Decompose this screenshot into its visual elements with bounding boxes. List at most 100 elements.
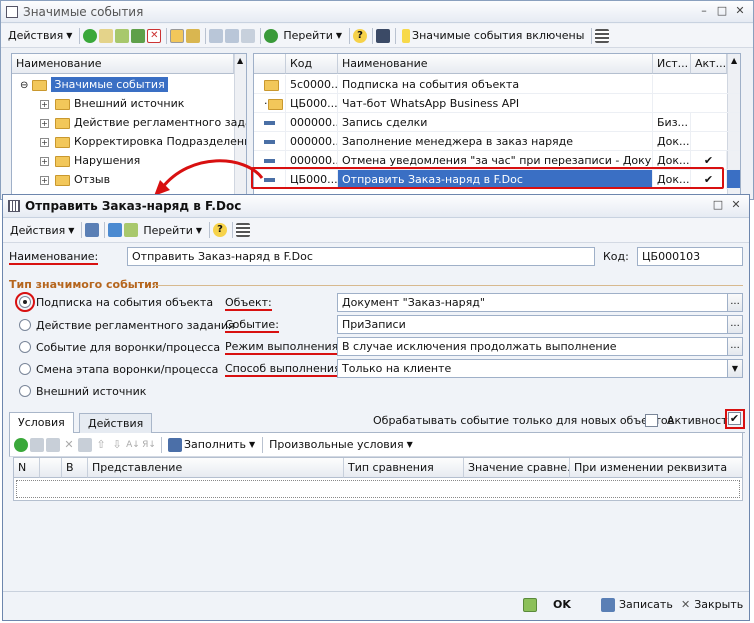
table-row[interactable]: 5с0000... Подписка на события объекта bbox=[254, 75, 740, 94]
close-icon[interactable]: ✕ bbox=[729, 198, 743, 212]
mode-input[interactable]: В случае исключения продолжать выполнени… bbox=[337, 337, 743, 356]
radio-label: Действие регламентного задания bbox=[36, 319, 235, 332]
events-enabled-toggle[interactable]: Значимые события включены bbox=[399, 26, 587, 46]
folder-icon bbox=[267, 98, 283, 110]
front-window: Отправить Заказ-наряд в F.Doc □ ✕ Действ… bbox=[2, 194, 750, 621]
hierarchy-icon[interactable] bbox=[170, 28, 185, 43]
delete-icon[interactable]: ✕ bbox=[147, 28, 162, 43]
folder-icon bbox=[55, 98, 70, 110]
list-header-active[interactable]: Акт... bbox=[691, 54, 727, 74]
move-to-group-icon[interactable] bbox=[186, 28, 201, 43]
radio-label: Смена этапа воронки/процесса bbox=[36, 363, 219, 376]
cond-header-icon[interactable] bbox=[40, 458, 62, 478]
cond-header-representation[interactable]: Представление bbox=[88, 458, 344, 478]
reread-icon[interactable] bbox=[108, 223, 123, 237]
radio-scheduled-job[interactable] bbox=[19, 319, 31, 331]
close-button[interactable]: ✕ Закрыть bbox=[681, 594, 743, 616]
code-input[interactable]: ЦБ000103 bbox=[637, 247, 743, 266]
add-group-icon[interactable] bbox=[99, 28, 114, 43]
tree-item[interactable]: ⊖ Значимые события bbox=[20, 76, 168, 94]
minimize-icon[interactable]: – bbox=[697, 4, 711, 18]
move-down-icon[interactable]: ⇩ bbox=[110, 438, 124, 452]
front-toolbar: Действия ▼ Перейти ▼ ? bbox=[3, 218, 749, 243]
tree-view-icon[interactable] bbox=[376, 28, 391, 43]
copy-icon[interactable] bbox=[115, 28, 130, 43]
copy-icon[interactable] bbox=[124, 223, 139, 237]
list-header-source[interactable]: Ист... bbox=[653, 54, 691, 74]
select-button[interactable]: ... bbox=[727, 316, 742, 333]
cond-header-value[interactable]: Значение сравне... bbox=[464, 458, 570, 478]
radio-object-subscription[interactable] bbox=[19, 296, 31, 308]
end-edit-icon[interactable] bbox=[78, 437, 92, 452]
app-icon bbox=[6, 6, 18, 18]
footer-divider bbox=[3, 591, 749, 592]
tree-item[interactable]: +Действие регламентного задания bbox=[40, 114, 246, 132]
help-icon[interactable]: ? bbox=[353, 28, 368, 43]
ok-button[interactable]: OK bbox=[523, 594, 571, 616]
delete-icon[interactable]: ✕ bbox=[62, 438, 76, 452]
sort-asc-icon[interactable]: A↓ bbox=[126, 438, 140, 452]
filter-icon[interactable] bbox=[209, 28, 224, 43]
tree-item[interactable]: + Внешний источник bbox=[40, 95, 184, 113]
new-objects-checkbox[interactable] bbox=[645, 414, 658, 427]
select-button[interactable]: ... bbox=[727, 294, 742, 311]
add-icon[interactable] bbox=[83, 28, 98, 43]
save-button[interactable]: Записать bbox=[601, 594, 673, 616]
edit-icon[interactable] bbox=[131, 28, 146, 43]
method-select[interactable]: Только на клиенте ▼ bbox=[337, 359, 743, 378]
chevron-down-icon[interactable]: ▼ bbox=[727, 360, 742, 377]
table-row[interactable]: 000000... Заполнение менеджера в заказ н… bbox=[254, 132, 740, 151]
cond-header-v[interactable]: В bbox=[62, 458, 88, 478]
object-label: Объект: bbox=[225, 296, 272, 311]
goto-menu[interactable]: Перейти ▼ bbox=[140, 220, 205, 240]
fill-icon bbox=[168, 437, 182, 452]
name-label: Наименование: bbox=[9, 250, 99, 265]
event-input[interactable]: ПриЗаписи... bbox=[337, 315, 743, 334]
fill-menu[interactable]: Заполнить ▼ bbox=[165, 435, 258, 455]
collapse-icon[interactable]: ⊖ bbox=[20, 80, 28, 91]
sort-desc-icon[interactable]: Я↓ bbox=[142, 438, 156, 452]
back-window-title: Значимые события bbox=[23, 4, 144, 19]
tree-item[interactable]: + Отзыв bbox=[40, 171, 110, 189]
custom-conditions-menu[interactable]: Произвольные условия ▼ bbox=[266, 435, 416, 455]
save-icon[interactable] bbox=[85, 223, 100, 237]
more-menu-icon[interactable] bbox=[236, 223, 251, 237]
empty-row-focus[interactable] bbox=[16, 480, 740, 498]
object-input[interactable]: Документ "Заказ-наряд"... bbox=[337, 293, 743, 312]
activity-checkbox[interactable]: ✔ bbox=[728, 412, 741, 425]
radio-external-source[interactable] bbox=[19, 385, 31, 397]
list-header-code[interactable]: Код bbox=[286, 54, 338, 74]
cond-header-n[interactable]: N bbox=[14, 458, 40, 478]
close-icon[interactable]: ✕ bbox=[733, 4, 747, 18]
cond-header-comparison[interactable]: Тип сравнения bbox=[344, 458, 464, 478]
list-header-name[interactable]: Наименование bbox=[338, 54, 653, 74]
tab-actions[interactable]: Действия bbox=[79, 413, 153, 433]
tab-conditions[interactable]: Условия bbox=[9, 412, 74, 433]
refresh-icon[interactable] bbox=[264, 28, 279, 43]
tree-item[interactable]: + Нарушения bbox=[40, 152, 140, 170]
maximize-icon[interactable]: □ bbox=[715, 4, 729, 18]
table-row[interactable]: · ЦБ000... Чат-бот WhatsApp Business API bbox=[254, 94, 740, 113]
actions-menu[interactable]: Действия ▼ bbox=[5, 26, 75, 46]
actions-menu[interactable]: Действия ▼ bbox=[7, 220, 77, 240]
name-input[interactable]: Отправить Заказ-наряд в F.Doc bbox=[127, 247, 595, 266]
maximize-icon[interactable]: □ bbox=[711, 198, 725, 212]
filter-value-icon[interactable] bbox=[225, 28, 240, 43]
cond-header-on-change[interactable]: При изменении реквизита bbox=[570, 458, 742, 478]
copy-icon[interactable] bbox=[30, 437, 44, 452]
close-icon: ✕ bbox=[681, 598, 691, 611]
mode-label: Режим выполнения: bbox=[225, 340, 342, 355]
select-button[interactable]: ... bbox=[727, 338, 742, 355]
help-icon[interactable]: ? bbox=[213, 223, 228, 237]
move-up-icon[interactable]: ⇧ bbox=[94, 438, 108, 452]
goto-menu[interactable]: Перейти ▼ bbox=[280, 26, 345, 46]
tree-item[interactable]: + Корректировка Подразделени bbox=[40, 133, 246, 151]
add-icon[interactable] bbox=[14, 437, 28, 452]
edit-icon[interactable] bbox=[46, 437, 60, 452]
radio-funnel-stage[interactable] bbox=[19, 363, 31, 375]
filter-off-icon[interactable] bbox=[241, 28, 256, 43]
more-menu-icon[interactable] bbox=[595, 28, 610, 43]
tree-header[interactable]: Наименование bbox=[12, 54, 234, 74]
table-row[interactable]: 000000... Запись сделки Биз... bbox=[254, 113, 740, 132]
radio-funnel-event[interactable] bbox=[19, 341, 31, 353]
